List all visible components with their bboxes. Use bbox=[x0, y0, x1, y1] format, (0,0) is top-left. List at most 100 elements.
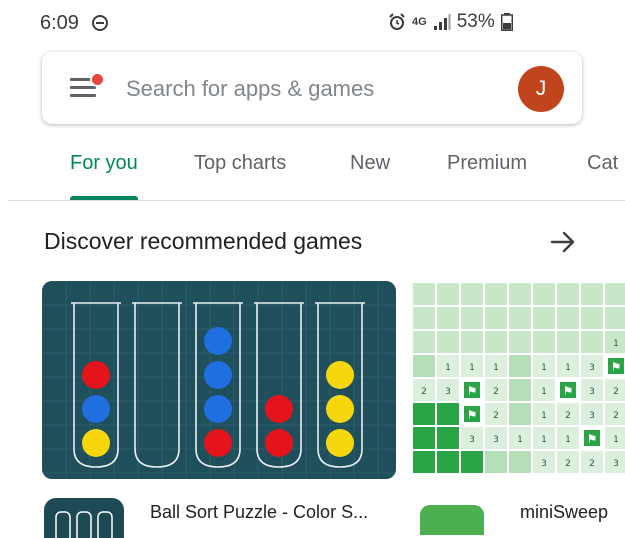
mine-cell bbox=[413, 283, 435, 305]
ball-blue bbox=[204, 395, 232, 423]
app-title-minisweeper[interactable]: miniSweep bbox=[520, 502, 608, 523]
ball-red bbox=[265, 429, 293, 457]
mine-number: 3 bbox=[493, 435, 499, 445]
tab-for-you[interactable]: For you bbox=[70, 152, 138, 175]
flag-icon: ⚑ bbox=[563, 384, 574, 398]
mine-cell bbox=[485, 283, 507, 305]
mine-cell bbox=[557, 307, 579, 329]
mine-number: 1 bbox=[565, 363, 571, 373]
mine-cell bbox=[533, 307, 555, 329]
mine-cell bbox=[413, 331, 435, 353]
ball-red bbox=[265, 395, 293, 423]
mine-cell bbox=[509, 451, 531, 473]
mine-cell bbox=[413, 355, 435, 377]
mine-number: 1 bbox=[613, 339, 619, 349]
mine-cell bbox=[461, 307, 483, 329]
minisweeper-app-icon[interactable] bbox=[420, 505, 484, 535]
ball-sort-artwork bbox=[42, 281, 396, 479]
search-input[interactable]: Search for apps & games bbox=[126, 76, 374, 102]
tubes-icon bbox=[55, 511, 113, 538]
arrow-right-icon[interactable] bbox=[549, 228, 577, 256]
tabs-divider bbox=[8, 200, 625, 201]
ball-sort-app-icon[interactable] bbox=[44, 498, 124, 538]
ball-red bbox=[204, 429, 232, 457]
mine-number: 3 bbox=[589, 411, 595, 421]
mine-cell bbox=[509, 331, 531, 353]
signal-icon bbox=[433, 14, 451, 30]
mine-number: 3 bbox=[469, 435, 475, 445]
ball-sort-banner[interactable] bbox=[42, 281, 396, 479]
mine-number: 1 bbox=[541, 387, 547, 397]
alarm-icon bbox=[389, 13, 405, 30]
avatar-letter: J bbox=[535, 77, 547, 100]
mine-cell bbox=[605, 283, 625, 305]
flag-icon: ⚑ bbox=[467, 384, 478, 398]
mine-number: 2 bbox=[493, 387, 499, 397]
mine-number: 3 bbox=[445, 387, 451, 397]
search-bar[interactable]: Search for apps & games J bbox=[42, 52, 582, 124]
mine-cell bbox=[437, 451, 459, 473]
ball-red bbox=[82, 361, 110, 389]
ball-yellow bbox=[326, 361, 354, 389]
mine-cell bbox=[485, 307, 507, 329]
mine-cell bbox=[413, 403, 435, 425]
ball-blue bbox=[82, 395, 110, 423]
tab-premium[interactable]: Premium bbox=[447, 152, 527, 175]
mine-number: 2 bbox=[565, 459, 571, 469]
minesweeper-artwork: 11111113⚑23⚑21⚑32⚑2123233111⚑13223 bbox=[413, 283, 625, 473]
mine-cell bbox=[557, 283, 579, 305]
minesweeper-banner[interactable]: 11111113⚑23⚑21⚑32⚑2123233111⚑13223 bbox=[411, 281, 625, 479]
mine-cell bbox=[461, 331, 483, 353]
mine-cell bbox=[437, 307, 459, 329]
mine-cell bbox=[437, 403, 459, 425]
mine-cell bbox=[437, 283, 459, 305]
mine-cell bbox=[533, 331, 555, 353]
mine-cell bbox=[509, 379, 531, 401]
mine-cell bbox=[581, 283, 603, 305]
mine-number: 3 bbox=[541, 459, 547, 469]
mine-number: 1 bbox=[541, 411, 547, 421]
mine-cell bbox=[509, 307, 531, 329]
mine-number: 1 bbox=[493, 363, 499, 373]
ball-yellow bbox=[82, 429, 110, 457]
flag-icon: ⚑ bbox=[467, 408, 478, 422]
mine-cell bbox=[581, 331, 603, 353]
mine-cell bbox=[437, 331, 459, 353]
ball-blue bbox=[204, 327, 232, 355]
menu-icon[interactable] bbox=[70, 72, 105, 100]
mine-number: 2 bbox=[613, 387, 619, 397]
mine-number: 1 bbox=[565, 435, 571, 445]
mine-number: 1 bbox=[469, 363, 475, 373]
ball-blue bbox=[204, 361, 232, 389]
status-bar: 6:09 4G 53% bbox=[0, 0, 625, 44]
avatar[interactable]: J bbox=[518, 66, 564, 112]
mine-cell bbox=[437, 427, 459, 449]
section-title: Discover recommended games bbox=[44, 228, 363, 254]
do-not-disturb-icon bbox=[92, 15, 108, 31]
tab-categories[interactable]: Cat bbox=[587, 152, 618, 175]
mine-cell bbox=[605, 307, 625, 329]
ball-yellow bbox=[326, 395, 354, 423]
mine-number: 3 bbox=[589, 387, 595, 397]
mine-number: 2 bbox=[565, 411, 571, 421]
mine-number: 1 bbox=[613, 435, 619, 445]
mine-cell bbox=[509, 283, 531, 305]
mine-cell bbox=[461, 451, 483, 473]
mine-number: 2 bbox=[493, 411, 499, 421]
mine-number: 3 bbox=[589, 363, 595, 373]
tube bbox=[132, 302, 182, 468]
tab-new[interactable]: New bbox=[350, 152, 390, 175]
mine-number: 1 bbox=[541, 363, 547, 373]
app-title-ball-sort[interactable]: Ball Sort Puzzle - Color S... bbox=[150, 502, 368, 523]
tab-top-charts[interactable]: Top charts bbox=[194, 152, 286, 175]
notification-badge bbox=[90, 72, 105, 87]
mine-number: 1 bbox=[517, 435, 523, 445]
network-type: 4G bbox=[412, 16, 427, 28]
mine-number: 2 bbox=[613, 411, 619, 421]
mine-cell bbox=[485, 331, 507, 353]
mine-cell bbox=[413, 307, 435, 329]
mine-cell bbox=[461, 283, 483, 305]
mine-cell bbox=[533, 283, 555, 305]
flag-icon: ⚑ bbox=[587, 432, 598, 446]
mine-cell bbox=[557, 331, 579, 353]
